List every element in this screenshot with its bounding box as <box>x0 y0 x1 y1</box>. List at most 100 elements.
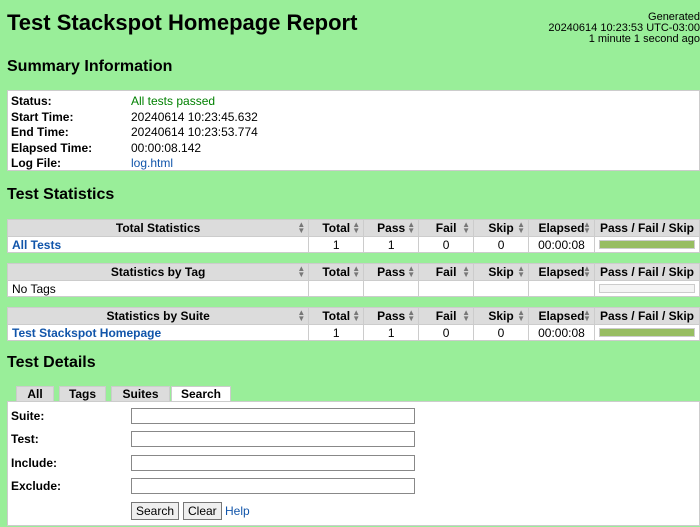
table-row: All Tests 1 1 0 0 00:00:08 <box>6 236 700 253</box>
tab-tags[interactable]: Tags <box>59 386 106 402</box>
tab-suites[interactable]: Suites <box>111 386 170 402</box>
start-time-label: Start Time: <box>11 110 74 124</box>
column-skip-label: Skip <box>488 265 514 279</box>
help-link[interactable]: Help <box>225 504 250 518</box>
sort-icon: ▲ ▼ <box>583 220 591 235</box>
sort-icon: ▲ ▼ <box>352 264 361 279</box>
cell-total <box>308 280 365 297</box>
sort-icon: ▲ ▼ <box>583 308 591 323</box>
summary-row-status: Status: All tests passed <box>11 93 691 109</box>
sort-icon: ▲ ▼ <box>583 264 591 279</box>
sort-icon: ▲ ▼ <box>462 264 471 279</box>
tag-statistics-header[interactable]: Statistics by Tag ▲ ▼ <box>6 263 310 281</box>
test-details-title: Test Details <box>7 354 96 371</box>
cell-elapsed: 00:00:08 <box>527 324 595 341</box>
column-total[interactable]: Total ▲ ▼ <box>308 263 365 281</box>
column-skip-label: Skip <box>488 309 514 323</box>
pass-fail-skip-bar <box>598 284 695 293</box>
column-skip[interactable]: Skip ▲ ▼ <box>473 307 529 325</box>
search-panel: Suite: Test: Include: Exclude: Search Cl… <box>7 401 700 526</box>
total-statistics-header[interactable]: Total Statistics ▲ ▼ <box>6 219 310 237</box>
tag-statistics-header-label: Statistics by Tag <box>110 265 206 279</box>
cell-elapsed <box>528 280 595 297</box>
column-skip[interactable]: Skip ▲ ▼ <box>473 219 529 237</box>
sort-icon: ▲ ▼ <box>352 220 361 235</box>
suite-input[interactable] <box>131 408 415 424</box>
include-input[interactable] <box>131 455 415 471</box>
column-total[interactable]: Total ▲ ▼ <box>308 307 365 325</box>
column-graph: Pass / Fail / Skip <box>593 219 700 237</box>
sort-icon: ▲ ▼ <box>462 220 471 235</box>
column-fail[interactable]: Fail ▲ ▼ <box>418 307 475 325</box>
cell-graph <box>593 324 700 341</box>
column-graph: Pass / Fail / Skip <box>593 263 700 281</box>
table-row: Test Stackspot Homepage 1 1 0 0 00:00:08 <box>6 324 700 341</box>
sort-icon: ▲ ▼ <box>517 220 525 235</box>
column-graph: Pass / Fail / Skip <box>593 307 700 325</box>
column-elapsed[interactable]: Elapsed ▲ ▼ <box>528 219 595 237</box>
column-skip[interactable]: Skip ▲ ▼ <box>473 263 529 281</box>
column-pass[interactable]: Pass ▲ ▼ <box>363 219 420 237</box>
all-tests-link[interactable]: All Tests <box>12 238 61 252</box>
cell-elapsed: 00:00:08 <box>528 236 595 253</box>
column-fail[interactable]: Fail ▲ ▼ <box>418 263 475 281</box>
suite-label: Suite: <box>11 409 45 423</box>
suite-statistics-header-label: Statistics by Suite <box>106 309 210 323</box>
include-label: Include: <box>11 456 58 470</box>
test-label: Test: <box>11 432 39 446</box>
cell-fail: 0 <box>418 236 475 253</box>
pass-fail-skip-bar <box>598 328 695 337</box>
suite-statistics-table: Statistics by Suite ▲ ▼ Total ▲ ▼ Pass ▲ ▼ Fai… <box>6 307 700 341</box>
column-elapsed-label: Elapsed <box>538 309 585 323</box>
total-statistics-table: Total Statistics ▲ ▼ Total ▲ ▼ Pass ▲ ▼ Fail ▲ ▼… <box>6 219 700 253</box>
column-total-label: Total <box>322 221 351 235</box>
generated-info: Generated 20240614 10:23:53 UTC-03:00 1 … <box>548 12 700 45</box>
column-elapsed[interactable]: Elapsed ▲ ▼ <box>528 263 595 281</box>
cell-fail: 0 <box>418 324 475 341</box>
sort-icon: ▲ ▼ <box>352 308 361 323</box>
column-fail-label: Fail <box>435 265 457 279</box>
summary-row-start: Start Time: 20240614 10:23:45.632 <box>11 109 691 125</box>
summary-table: Status: All tests passed Start Time: 202… <box>7 90 700 171</box>
sort-icon: ▲ ▼ <box>407 220 416 235</box>
summary-row-elapsed: Elapsed Time: 00:00:08.142 <box>11 140 691 156</box>
column-pass[interactable]: Pass ▲ ▼ <box>363 263 420 281</box>
cell-total: 1 <box>308 236 365 253</box>
pass-bar-fill <box>599 241 694 248</box>
cell-skip: 0 <box>473 236 529 253</box>
column-pass-label: Pass <box>377 265 406 279</box>
column-total[interactable]: Total ▲ ▼ <box>308 219 365 237</box>
column-pass-label: Pass <box>377 309 406 323</box>
report-title: Test Stackspot Homepage Report <box>7 10 358 35</box>
cell-fail <box>418 280 475 297</box>
start-time-value: 20240614 10:23:45.632 <box>131 110 258 124</box>
sort-icon: ▲ ▼ <box>297 308 306 323</box>
clear-button[interactable]: Clear <box>183 502 222 520</box>
column-total-label: Total <box>322 309 351 323</box>
pass-bar-fill <box>599 329 694 336</box>
no-tags-label: No Tags <box>6 280 310 297</box>
summary-row-log: Log File: log.html <box>11 155 691 171</box>
search-button[interactable]: Search <box>131 502 180 520</box>
suite-link[interactable]: Test Stackspot Homepage <box>12 326 161 340</box>
suite-statistics-header[interactable]: Statistics by Suite ▲ ▼ <box>6 307 310 325</box>
exclude-input[interactable] <box>131 478 415 494</box>
total-statistics-header-label: Total Statistics <box>115 221 201 235</box>
test-input[interactable] <box>131 431 415 447</box>
cell-skip: 0 <box>473 324 529 341</box>
column-elapsed[interactable]: Elapsed ▲ ▼ <box>527 307 595 325</box>
exclude-label: Exclude: <box>11 479 62 493</box>
column-fail-label: Fail <box>435 309 457 323</box>
summary-row-end: End Time: 20240614 10:23:53.774 <box>11 124 691 140</box>
cell-pass: 1 <box>363 324 420 341</box>
end-time-label: End Time: <box>11 125 69 139</box>
status-value: All tests passed <box>131 94 216 108</box>
column-pass[interactable]: Pass ▲ ▼ <box>363 307 420 325</box>
tab-all[interactable]: All <box>16 386 54 402</box>
column-fail[interactable]: Fail ▲ ▼ <box>418 219 475 237</box>
table-row: No Tags <box>6 280 700 297</box>
end-time-value: 20240614 10:23:53.774 <box>131 125 258 139</box>
summary-title: Summary Information <box>7 58 173 75</box>
log-file-link[interactable]: log.html <box>131 155 173 171</box>
column-pass-label: Pass <box>377 221 406 235</box>
